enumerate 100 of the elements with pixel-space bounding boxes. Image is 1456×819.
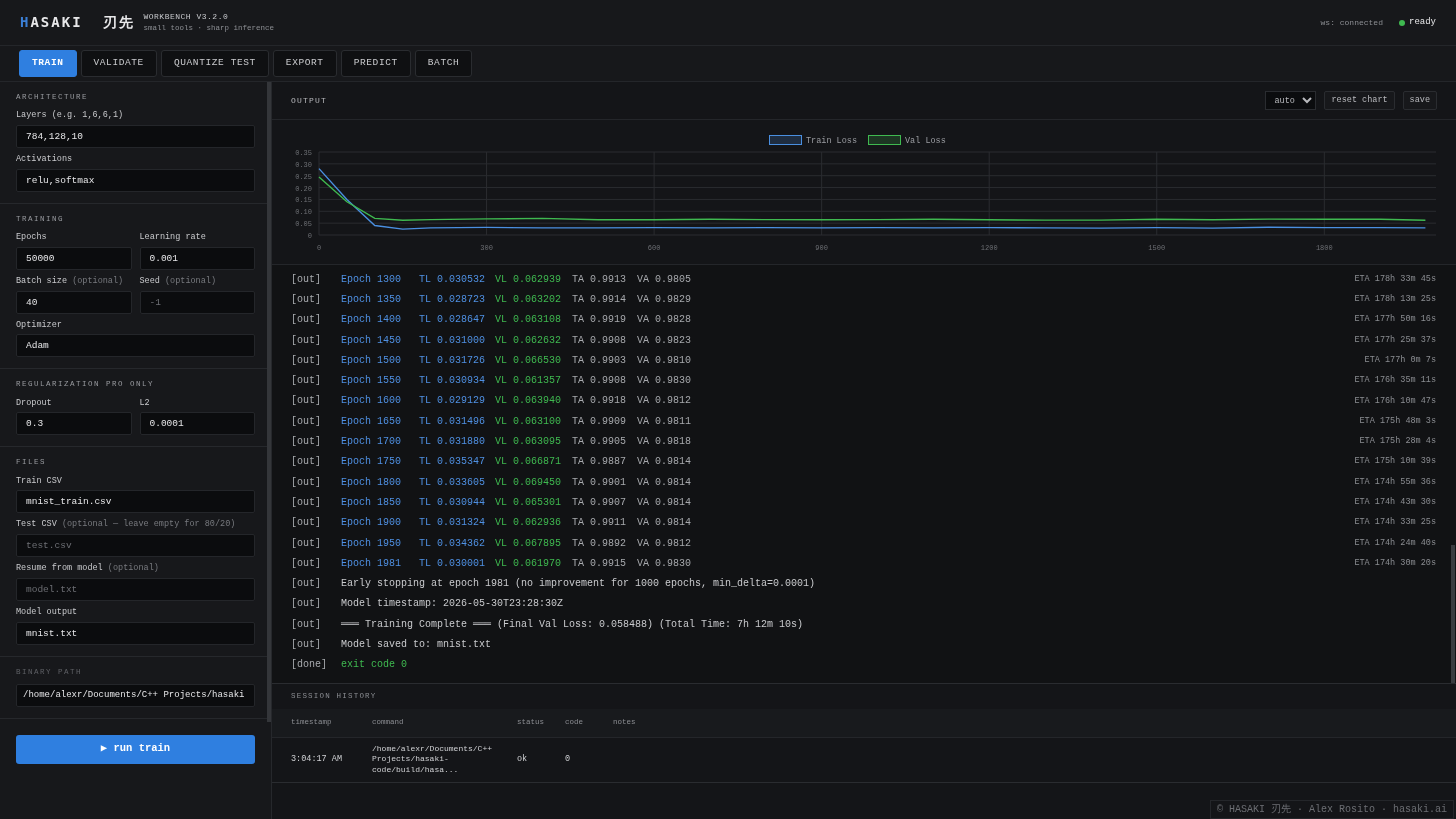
run-button[interactable]: ▶ run train xyxy=(16,734,255,764)
log-val-acc: VA 0.9814 xyxy=(637,475,691,490)
log-eta: ETA 175h 28m 4s xyxy=(1359,435,1436,448)
log-tag: [out] xyxy=(291,393,341,409)
log-val-loss: VL 0.063095 xyxy=(495,435,562,449)
field-label: Train CSV xyxy=(16,474,63,488)
log-train-loss: TL 0.030001 xyxy=(419,556,486,571)
log-tag: [out] xyxy=(291,535,341,551)
log-val-acc: VA 0.9811 xyxy=(637,414,691,429)
mode-select[interactable]: auto xyxy=(1265,91,1317,110)
log-eta: ETA 177h 50m 16s xyxy=(1354,313,1436,327)
log-val-acc: VA 0.9829 xyxy=(637,292,691,307)
log-tag: [out] xyxy=(291,555,341,571)
tab[interactable]: PREDICT xyxy=(340,50,411,77)
field-label: Epochs xyxy=(16,231,48,244)
input-field[interactable]: relu,softmax xyxy=(16,168,255,192)
log-eta: ETA 174h 55m 36s xyxy=(1354,475,1436,489)
tab[interactable]: EXPORT xyxy=(272,50,337,77)
input-field[interactable]: 0.0001 xyxy=(139,412,255,436)
log-train-loss: TL 0.029129 xyxy=(419,394,486,409)
input-field[interactable]: mnist_train.csv xyxy=(16,490,255,514)
log-val-acc: VA 0.9830 xyxy=(637,556,691,571)
field-label: Seed (optional) xyxy=(139,274,218,288)
panel-title: OUTPUT xyxy=(291,94,327,107)
toolbar-button[interactable]: reset chart xyxy=(1324,91,1395,110)
input-field[interactable]: mnist.txt xyxy=(16,621,255,645)
tab[interactable]: BATCH xyxy=(414,50,473,77)
log-epoch: Epoch 1300 xyxy=(341,272,402,287)
toolbar-button[interactable]: save xyxy=(1402,91,1437,110)
input-field[interactable]: 40 xyxy=(16,290,132,314)
log-tag: [out] xyxy=(291,637,341,652)
log-eta: ETA 175h 10m 39s xyxy=(1354,455,1436,469)
field-label: Layers (e.g. 1,6,6,1) xyxy=(16,109,125,122)
input-field[interactable]: /home/alexr/Documents/C++ Projects/hasaki xyxy=(16,683,255,707)
log-epoch: Epoch 1500 xyxy=(341,353,402,368)
log-val-loss: VL 0.063108 xyxy=(495,313,562,328)
input-field[interactable]: test.csv xyxy=(16,534,255,557)
input-field[interactable]: 50000 xyxy=(16,246,132,270)
log-val-acc: VA 0.9830 xyxy=(637,374,691,389)
log-train-acc: TA 0.9911 xyxy=(572,516,627,531)
log-val-loss: VL 0.061970 xyxy=(495,556,562,571)
logo: H ASAKI 刃先 xyxy=(20,13,136,32)
input-field[interactable]: -1 xyxy=(139,290,255,314)
log-epoch: Epoch 1350 xyxy=(341,292,402,307)
select-field[interactable]: Adam xyxy=(16,334,255,358)
log-train-acc: TA 0.9892 xyxy=(572,536,627,551)
log-tag: [out] xyxy=(291,352,341,368)
log-val-acc: VA 0.9810 xyxy=(637,353,691,368)
log-tag: [out] xyxy=(291,312,341,328)
log-train-acc: TA 0.9903 xyxy=(572,353,627,368)
log-train-acc: TA 0.9918 xyxy=(572,394,627,409)
log-train-acc: TA 0.9901 xyxy=(572,475,627,490)
input-field[interactable]: model.txt xyxy=(16,577,255,601)
tab[interactable]: QUANTIZE TEST xyxy=(160,50,269,77)
log-val-loss: VL 0.062936 xyxy=(495,516,562,531)
log-epoch: Epoch 1850 xyxy=(341,495,402,510)
log-message: Early stopping at epoch 1981 (no improvement for 1000 epochs, min_delta=0.0001) xyxy=(341,577,816,592)
log-epoch: Epoch 1550 xyxy=(341,374,402,389)
input-field[interactable]: 0.001 xyxy=(139,246,255,270)
log-tag: [out] xyxy=(291,616,341,632)
log-train-loss: TL 0.031880 xyxy=(419,435,486,449)
log-tag: [out] xyxy=(291,596,341,612)
log-train-acc: TA 0.9914 xyxy=(572,292,627,307)
log-tag: [out] xyxy=(291,271,341,287)
field-label: L2 xyxy=(139,396,151,410)
log-val-acc: VA 0.9812 xyxy=(637,394,691,409)
product-version: WORKBENCH V3.2.0 xyxy=(143,10,230,23)
log-exit-status: exit code 0 xyxy=(341,658,407,673)
log-tag: [out] xyxy=(291,332,341,348)
log-eta: ETA 177h 0m 7s xyxy=(1364,353,1436,367)
log-train-acc: TA 0.9908 xyxy=(572,374,627,389)
log-val-loss: VL 0.067895 xyxy=(495,536,562,551)
input-field[interactable]: 784,128,10 xyxy=(16,125,255,148)
field-label: Resume from model (optional) xyxy=(16,562,160,575)
input-field[interactable]: 0.3 xyxy=(16,412,132,436)
log-eta: ETA 175h 48m 3s xyxy=(1359,414,1436,428)
log-eta: ETA 174h 33m 25s xyxy=(1354,516,1436,530)
legend-swatch xyxy=(769,135,802,145)
log-tag: [out] xyxy=(291,576,341,592)
table-cell: ok xyxy=(498,737,546,783)
connection-status: ws: connected xyxy=(1320,16,1383,29)
tab[interactable]: TRAIN xyxy=(19,50,77,77)
log-tag: [done] xyxy=(291,657,341,673)
log-tag: [out] xyxy=(291,494,341,510)
log-eta: ETA 174h 24m 40s xyxy=(1354,536,1436,550)
field-label: Batch size (optional) xyxy=(16,274,125,288)
log-train-loss: TL 0.035347 xyxy=(419,455,486,470)
field-label: Test CSV (optional — leave empty for 80/20) xyxy=(16,518,237,531)
field-label: Learning rate xyxy=(139,231,207,244)
log-tag: [out] xyxy=(291,373,341,389)
log-train-acc: TA 0.9913 xyxy=(572,272,627,287)
log-eta: ETA 174h 30m 20s xyxy=(1354,556,1436,570)
log-val-loss: VL 0.066871 xyxy=(495,455,562,470)
log-epoch: Epoch 1750 xyxy=(341,455,402,470)
log-val-loss: VL 0.063202 xyxy=(495,292,562,307)
log-val-loss: VL 0.062939 xyxy=(495,272,562,287)
tab[interactable]: VALIDATE xyxy=(80,50,157,77)
log-val-acc: VA 0.9805 xyxy=(637,272,691,287)
table-cell: 0 xyxy=(546,737,594,783)
log-val-acc: VA 0.9814 xyxy=(637,495,691,510)
